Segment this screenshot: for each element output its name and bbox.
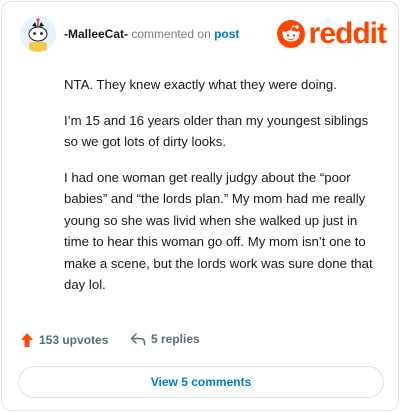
reddit-logo[interactable]: reddit [276,17,387,50]
view-comments-button[interactable]: View 5 comments [18,366,384,398]
snoo-avatar-icon [20,16,56,52]
action-text: commented on [131,27,211,41]
comment-body: NTA. They knew exactly what they were do… [64,74,384,310]
comment-card: -MalleeCat- commented on post reddit NTA… [1,1,399,411]
comment-paragraph: NTA. They knew exactly what they were do… [64,77,337,92]
reddit-snoo-icon [276,20,305,48]
post-link[interactable]: post [214,27,239,41]
comment-footer: 153 upvotes 5 replies [20,332,386,352]
upvotes-label: 153 upvotes [39,333,109,347]
reddit-wordmark: reddit [308,17,387,50]
upvote-arrow-icon [21,333,33,347]
replies-stat[interactable]: 5 replies [130,332,200,346]
upvotes-stat[interactable]: 153 upvotes [20,332,108,348]
username-link[interactable]: -MalleeCat- [64,27,128,41]
user-avatar[interactable] [20,16,56,52]
reply-arrow-icon [130,333,146,346]
replies-label: 5 replies [151,332,200,346]
comment-header: -MalleeCat- commented on post reddit [20,16,387,56]
comment-paragraph: I’m 15 and 16 years older than my younge… [64,112,369,150]
comment-byline: -MalleeCat- commented on post [64,27,239,41]
comment-paragraph: I had one woman get really judgy about t… [64,169,373,293]
